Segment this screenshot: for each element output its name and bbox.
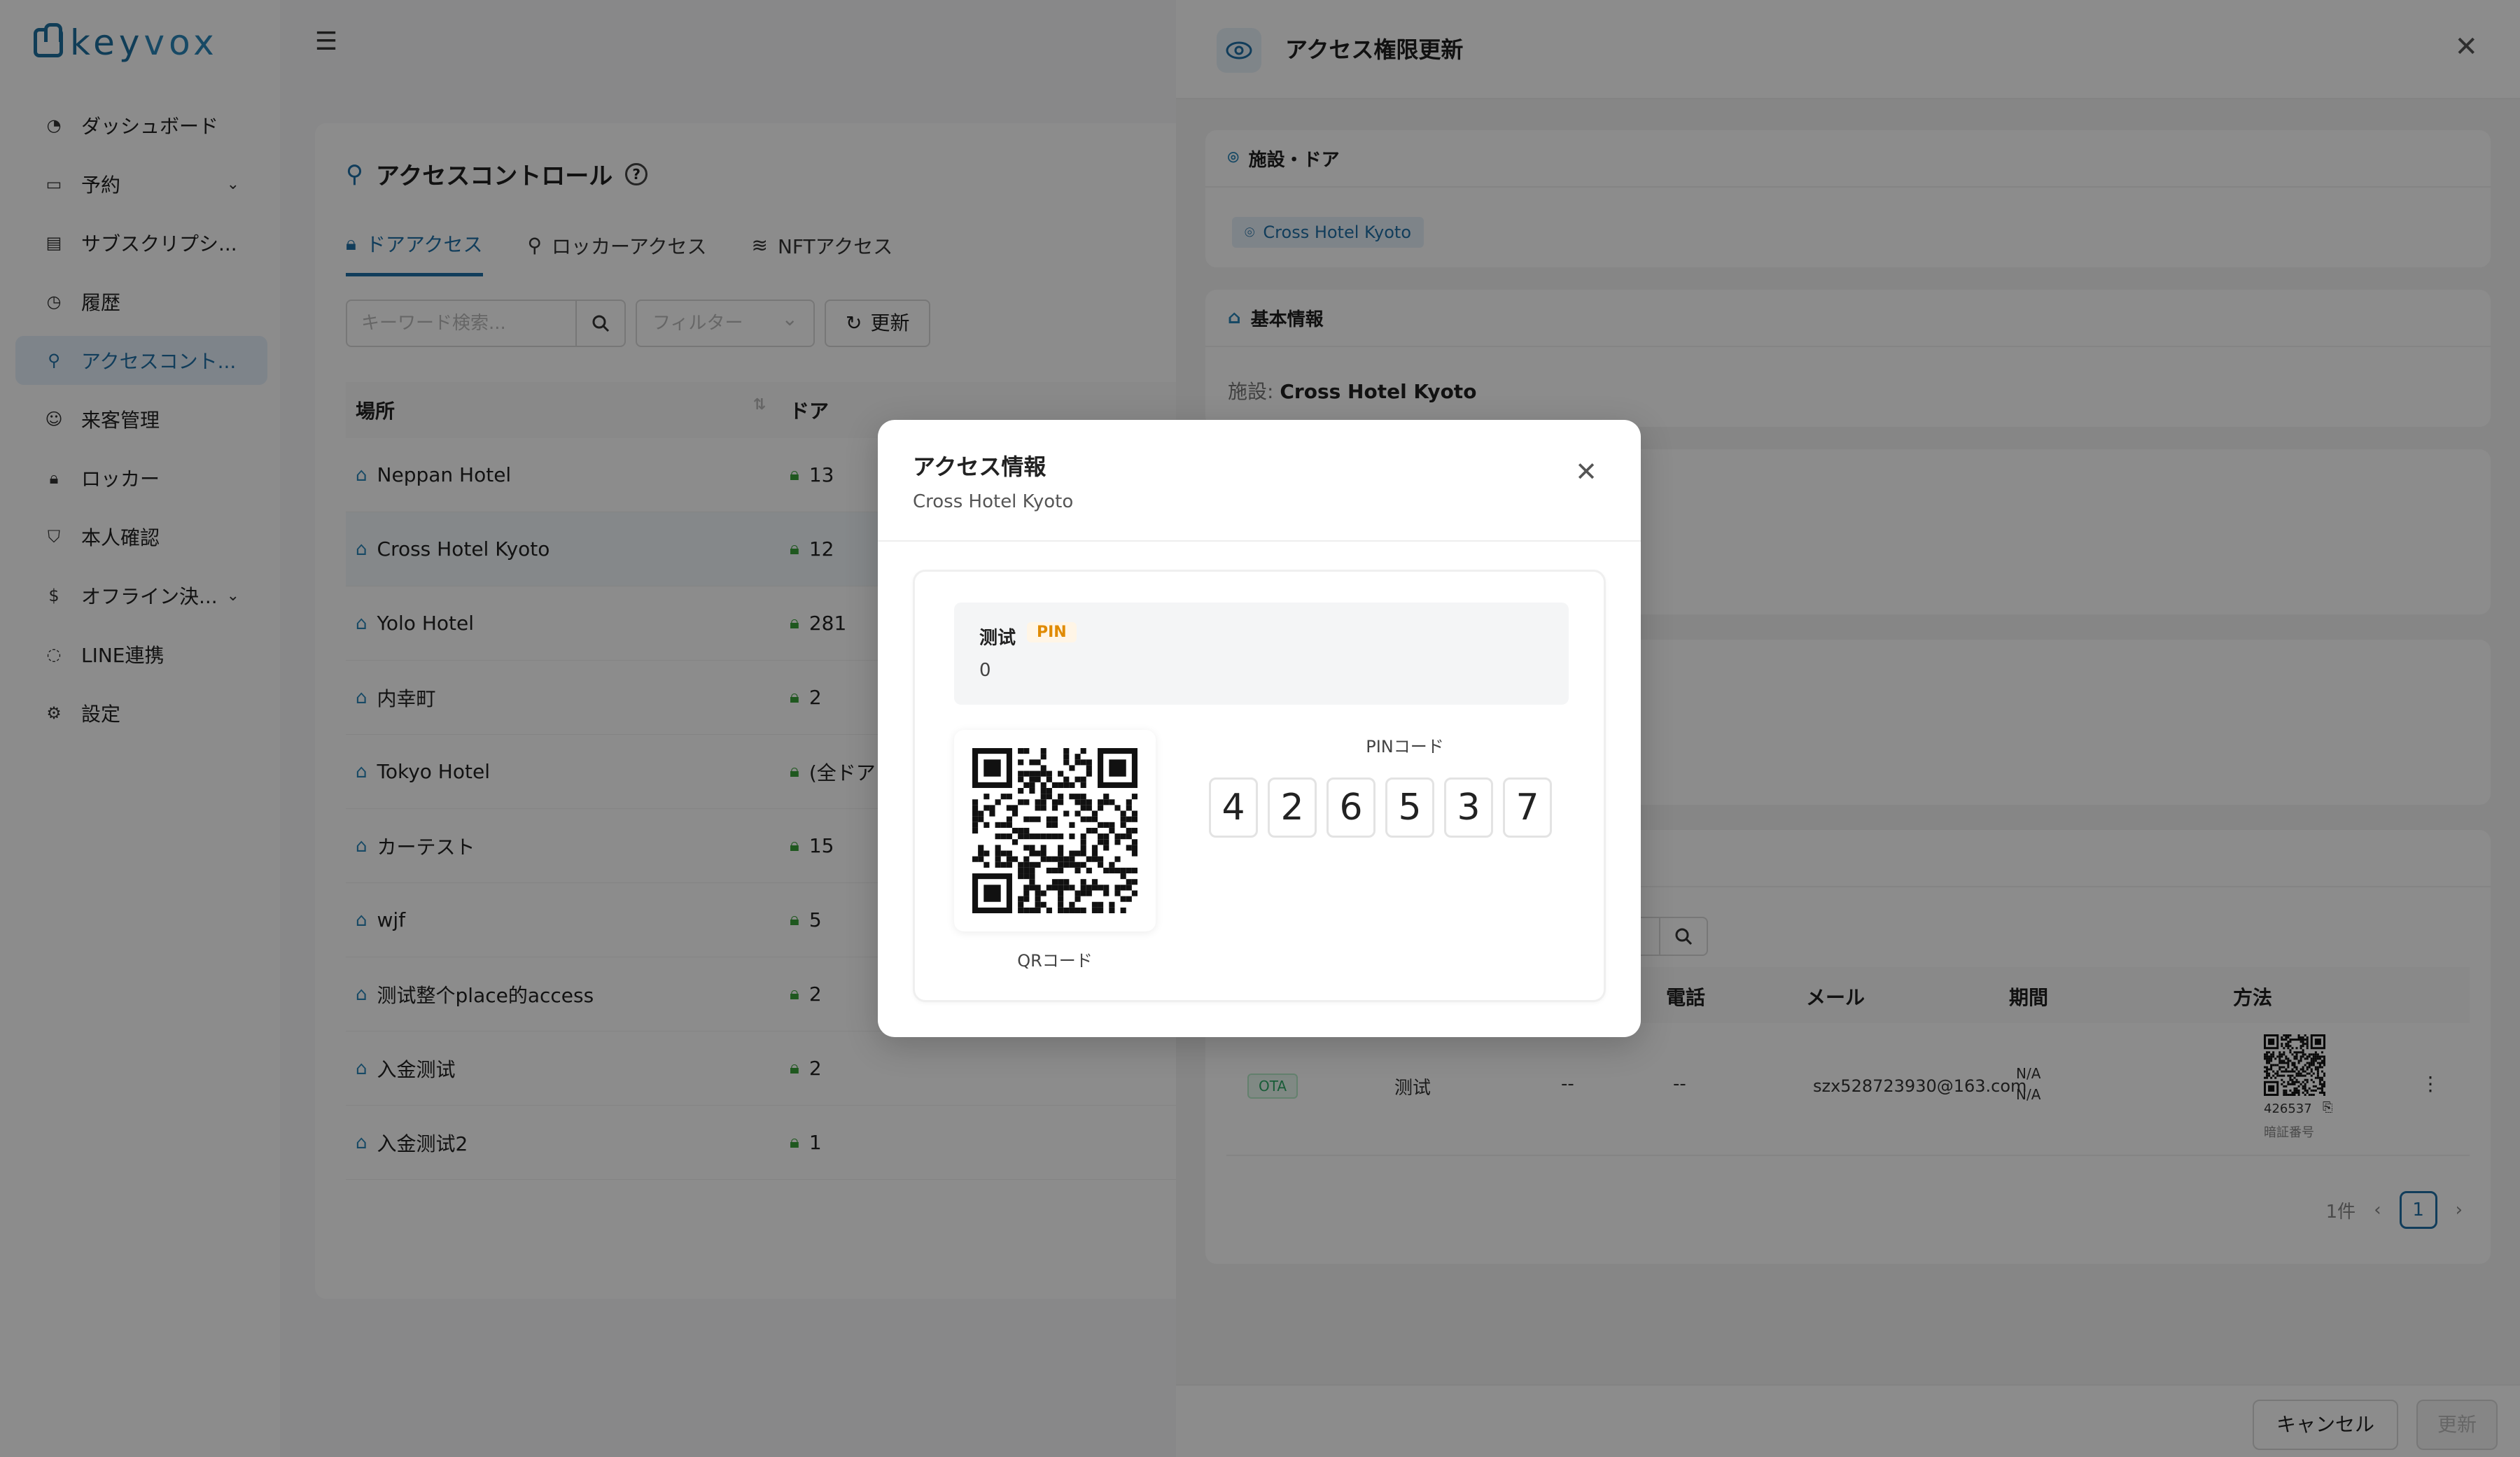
qr-code[interactable] — [972, 748, 1138, 913]
modal-title: アクセス情報 — [913, 453, 1046, 480]
pin-digit: 5 — [1385, 777, 1434, 838]
guest-info-box: 测试 PIN 0 — [954, 603, 1569, 705]
pin-digit: 7 — [1503, 777, 1552, 838]
modal-subtitle: Cross Hotel Kyoto — [913, 491, 1074, 512]
qr-code-container — [954, 730, 1156, 931]
pin-digit: 2 — [1268, 777, 1317, 838]
pin-digit: 3 — [1444, 777, 1493, 838]
qr-code-label: QRコード — [1017, 951, 1093, 971]
pin-digits: 4 2 6 5 3 7 — [1209, 777, 1552, 838]
pin-digit: 6 — [1326, 777, 1376, 838]
pin-badge: PIN — [1027, 622, 1077, 642]
app-root: keyvox ☰ ◔ ダッシュボード ▭ 予約 ⌄ ▤ サブスクリプシ... ◷ 履歴 ⚲… — [0, 0, 2520, 1457]
modal-divider — [878, 540, 1641, 542]
pin-digit: 4 — [1209, 777, 1258, 838]
access-info-modal: アクセス情報 Cross Hotel Kyoto ✕ 测试 PIN 0 QRコー… — [878, 420, 1641, 1037]
guest-name: 测试 — [979, 628, 1016, 649]
guest-value: 0 — [979, 660, 991, 681]
pin-code-label: PINコード — [1366, 737, 1444, 756]
access-card: 测试 PIN 0 QRコード PINコード 4 2 6 5 3 7 — [913, 570, 1606, 1002]
close-icon[interactable]: ✕ — [1575, 456, 1597, 487]
